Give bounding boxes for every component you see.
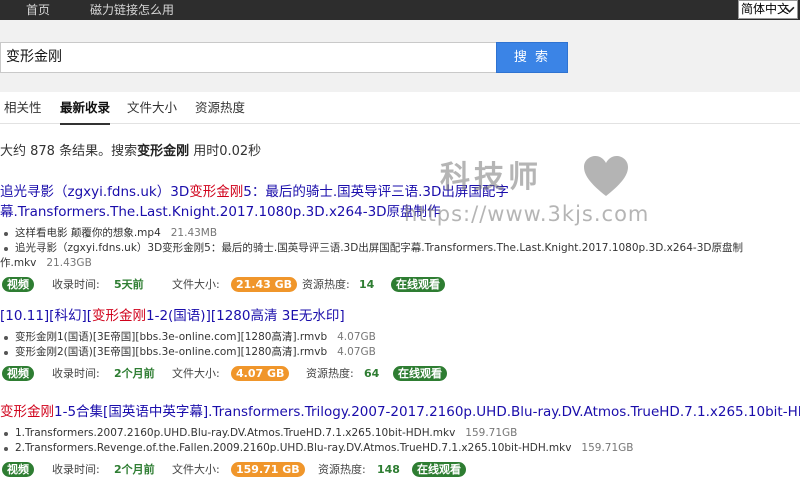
file-name: 追光寻影（zgxyi.fdns.uk）3D变形金刚5：最后的骑士.国英导评三语.…	[0, 242, 743, 269]
type-badge: 视频	[2, 366, 34, 381]
file-list: 变形金刚1(国语)[3E帝国][bbs.3e-online.com][1280高…	[0, 330, 800, 360]
bullet	[4, 351, 8, 355]
tab-relevance[interactable]: 相关性	[4, 92, 42, 124]
result-title-text: 追光寻影（zgxyi.fdns.uk）3D	[0, 184, 190, 200]
result-title-link[interactable]: [10.11][科幻][变形金刚1-2(国语)][1280高清 3E无水印]	[0, 306, 800, 326]
file-item: 这样看电影 颠覆你的想象.mp4 21.43MB	[0, 226, 800, 241]
result-item: 变形金刚1-5合集[国英语中英字幕].Transformers.Trilogy.…	[0, 402, 800, 478]
file-item: 变形金刚1(国语)[3E帝国][bbs.3e-online.com][1280高…	[0, 330, 800, 345]
file-size: 21.43GB	[46, 257, 92, 269]
search-bar: 变形金刚 搜 索	[0, 20, 800, 92]
type-badge: 视频	[2, 462, 34, 477]
search-input[interactable]: 变形金刚	[0, 42, 496, 73]
collected-value: 2个月前	[114, 367, 155, 380]
size-badge: 4.07 GB	[231, 366, 290, 381]
chevron-down-icon	[784, 6, 795, 13]
file-name: 变形金刚1(国语)[3E帝国][bbs.3e-online.com][1280高…	[15, 331, 328, 343]
summary-keyword: 变形金刚	[137, 144, 190, 159]
result-meta: 视频 收录时间: 5天前 文件大小: 21.43 GB 资源热度: 14 在线观…	[0, 277, 800, 293]
size-badge: 159.71 GB	[231, 462, 305, 477]
nav-magnet-help-link[interactable]: 磁力链接怎么用	[90, 0, 174, 20]
file-list: 1.Transformers.2007.2160p.UHD.Blu-ray.DV…	[0, 426, 800, 456]
bullet	[4, 447, 8, 451]
heat-label: 资源热度:	[306, 367, 354, 380]
bullet	[4, 247, 8, 251]
file-item: 变形金刚2(国语)[3E帝国][bbs.3e-online.com][1280高…	[0, 345, 800, 360]
type-badge: 视频	[2, 277, 34, 292]
heat-label: 资源热度:	[302, 278, 350, 291]
result-meta: 视频 收录时间: 2个月前 文件大小: 4.07 GB 资源热度: 64 在线观…	[0, 366, 800, 382]
collected-value: 5天前	[114, 278, 144, 291]
language-select-value: 简体中文	[741, 2, 790, 16]
language-select[interactable]: 简体中文	[738, 0, 798, 19]
top-navigation-bar: 首页 磁力链接怎么用 简体中文	[0, 0, 800, 20]
file-item: 追光寻影（zgxyi.fdns.uk）3D变形金刚5：最后的骑士.国英导评三语.…	[0, 241, 780, 271]
bullet	[4, 232, 8, 236]
collected-label: 收录时间:	[52, 278, 100, 291]
result-item: 追光寻影（zgxyi.fdns.uk）3D变形金刚5：最后的骑士.国英导评三语.…	[0, 182, 800, 293]
filesize-label: 文件大小:	[172, 278, 220, 291]
file-list: 这样看电影 颠覆你的想象.mp4 21.43MB 追光寻影（zgxyi.fdns.…	[0, 226, 800, 271]
file-size: 21.43MB	[170, 227, 218, 239]
file-size: 4.07GB	[337, 346, 376, 358]
bullet	[4, 432, 8, 436]
heat-value: 64	[364, 367, 380, 380]
result-meta: 视频 收录时间: 2个月前 文件大小: 159.71 GB 资源热度: 148 …	[0, 462, 800, 478]
summary-time: 用时0.02秒	[193, 144, 262, 159]
file-name: 变形金刚2(国语)[3E帝国][bbs.3e-online.com][1280高…	[15, 346, 328, 358]
filesize-label: 文件大小:	[172, 463, 220, 476]
file-item: 2.Transformers.Revenge.of.the.Fallen.200…	[0, 441, 800, 456]
results-summary: 大约 878 条结果。搜索变形金刚 用时0.02秒	[0, 140, 261, 159]
heat-label: 资源热度:	[318, 463, 366, 476]
result-title-link[interactable]: 追光寻影（zgxyi.fdns.uk）3D变形金刚5：最后的骑士.国英导评三语.…	[0, 182, 545, 222]
collected-label: 收录时间:	[52, 463, 100, 476]
result-title-text: 1-2(国语)][1280高清 3E无水印]	[145, 308, 345, 324]
tab-latest[interactable]: 最新收录	[60, 92, 111, 125]
top-nav: 首页 磁力链接怎么用	[0, 0, 174, 20]
file-name: 1.Transformers.2007.2160p.UHD.Blu-ray.DV…	[15, 427, 456, 439]
result-title-text: 1-5合集[国英语中英字幕].Transformers.Trilogy.2007…	[54, 404, 800, 420]
result-item: [10.11][科幻][变形金刚1-2(国语)][1280高清 3E无水印] 变…	[0, 306, 800, 382]
collected-value: 2个月前	[114, 463, 155, 476]
result-title-keyword: 变形金刚	[91, 308, 146, 324]
size-badge: 21.43 GB	[231, 277, 298, 292]
result-title-keyword: 变形金刚	[0, 404, 54, 420]
file-size: 159.71GB	[581, 442, 634, 454]
filesize-label: 文件大小:	[172, 367, 220, 380]
result-title-keyword: 变形金刚	[189, 184, 244, 200]
heat-value: 14	[359, 278, 375, 291]
tab-file-size[interactable]: 文件大小	[127, 92, 177, 124]
search-button[interactable]: 搜 索	[496, 42, 568, 73]
watch-online-button[interactable]: 在线观看	[393, 366, 447, 381]
collected-label: 收录时间:	[52, 367, 100, 380]
watch-online-button[interactable]: 在线观看	[391, 277, 445, 292]
file-size: 4.07GB	[337, 331, 376, 343]
file-size: 159.71GB	[465, 427, 518, 439]
file-name: 这样看电影 颠覆你的想象.mp4	[15, 227, 161, 239]
summary-prefix: 大约 878 条结果。搜索	[0, 144, 138, 159]
nav-home-link[interactable]: 首页	[26, 0, 50, 20]
result-title-link[interactable]: 变形金刚1-5合集[国英语中英字幕].Transformers.Trilogy.…	[0, 402, 800, 422]
sort-tabs: 相关性 最新收录 文件大小 资源热度	[0, 92, 800, 125]
file-name: 2.Transformers.Revenge.of.the.Fallen.200…	[15, 442, 572, 454]
watch-online-button[interactable]: 在线观看	[412, 462, 466, 477]
heat-value: 148	[377, 463, 400, 476]
file-item: 1.Transformers.2007.2160p.UHD.Blu-ray.DV…	[0, 426, 800, 441]
result-title-text: [10.11][科幻][	[0, 308, 92, 324]
bullet	[4, 336, 8, 340]
tab-popularity[interactable]: 资源热度	[195, 92, 245, 124]
